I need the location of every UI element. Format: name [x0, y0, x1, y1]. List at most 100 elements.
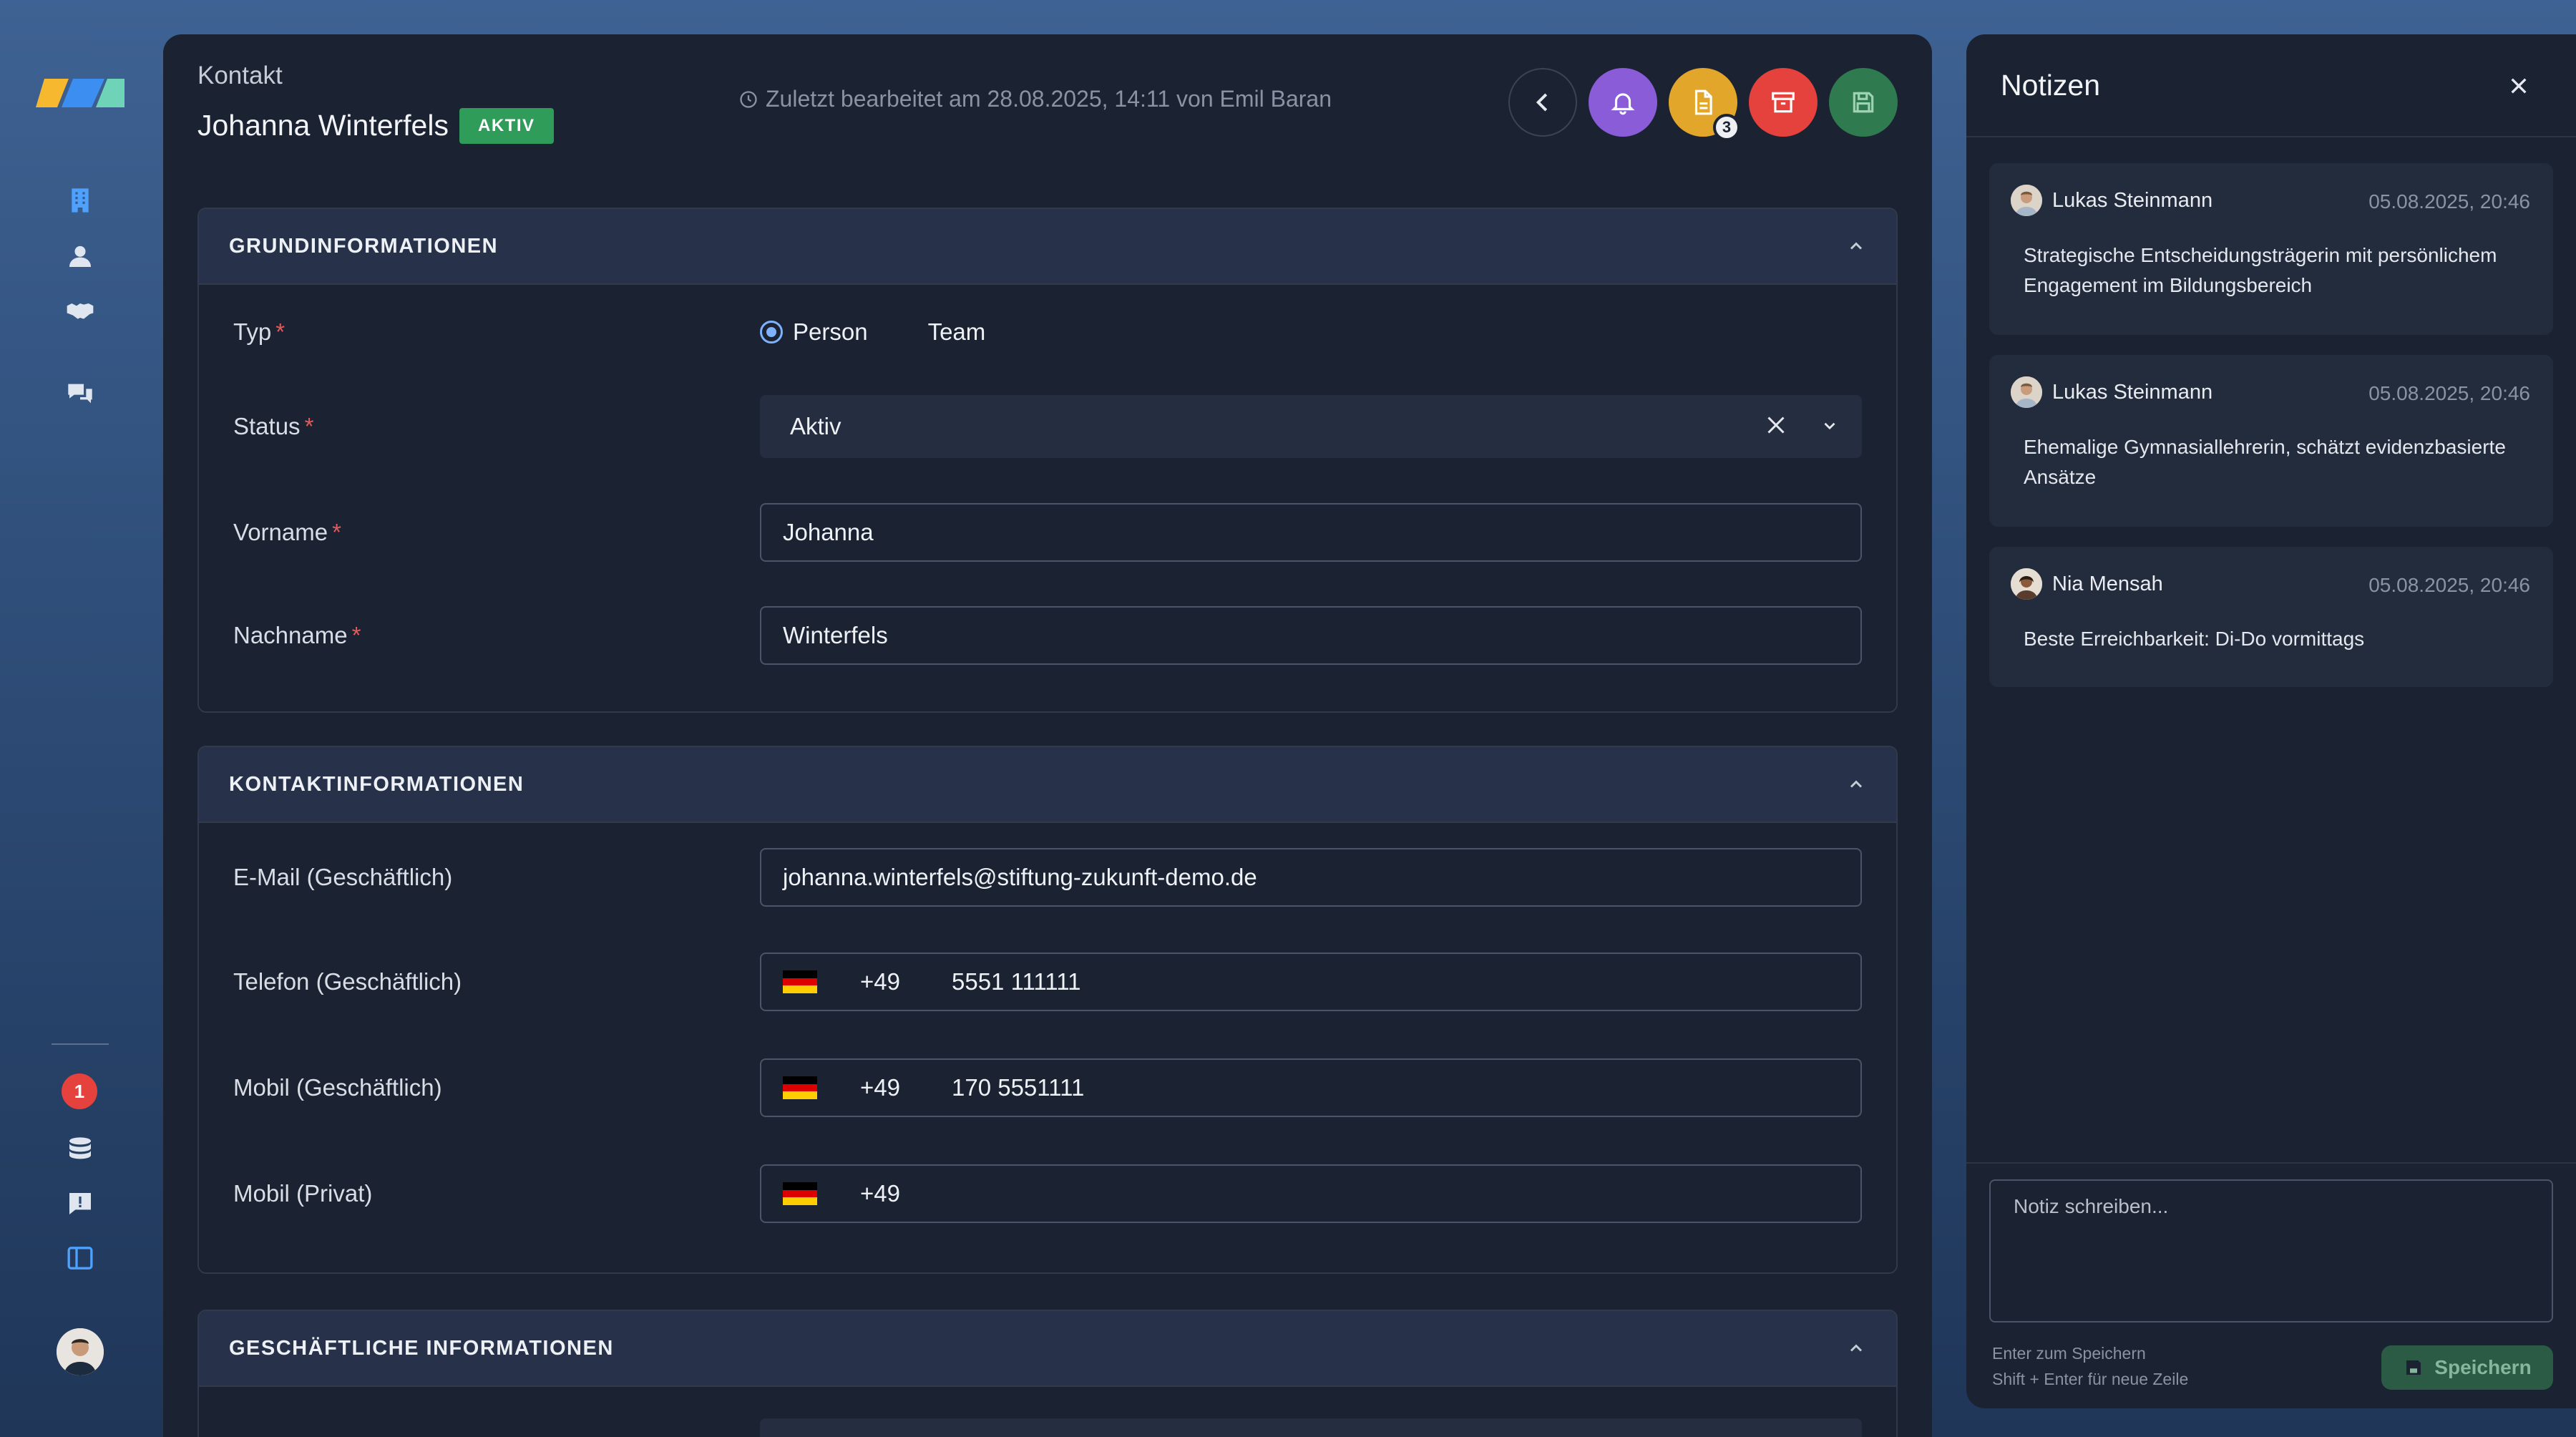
type-radio-group: Person Team	[760, 318, 985, 346]
mobile-private-row: Mobil (Privat) +49	[233, 1164, 1862, 1224]
flag-de-icon[interactable]	[783, 1076, 817, 1100]
mobile-private-input[interactable]: +49	[760, 1164, 1862, 1223]
rail-divider	[52, 1043, 109, 1045]
contact-detail-card: Kontakt Johanna Winterfels AKTIV Zuletzt…	[163, 34, 1932, 1437]
building-icon[interactable]	[57, 177, 103, 223]
composer-divider	[1966, 1162, 2576, 1164]
documents-button[interactable]: 3	[1669, 68, 1740, 141]
section-header-business[interactable]: GESCHÄFTLICHE INFORMATIONEN	[199, 1311, 1896, 1387]
lastname-input[interactable]: Winterfels	[760, 606, 1862, 665]
hint-enter: Enter zum Speichern	[1992, 1344, 2146, 1363]
close-icon[interactable]	[2507, 74, 2530, 97]
chevron-up-icon[interactable]	[1846, 1338, 1866, 1358]
handshake-icon[interactable]	[57, 288, 103, 333]
note-item[interactable]: Lukas Steinmann 05.08.2025, 20:46 Ehemal…	[1989, 355, 2553, 527]
note-textarea[interactable]	[2014, 1195, 2529, 1307]
hint-shift-enter: Shift + Enter für neue Zeile	[1992, 1370, 2189, 1388]
note-text: Beste Erreichbarkeit: Di-Do vormittags	[2024, 628, 2365, 650]
chat-icon[interactable]	[57, 371, 103, 417]
documents-count: 3	[1713, 114, 1740, 141]
section-header-basic[interactable]: GRUNDINFORMATIONEN	[199, 209, 1896, 285]
radio-team-label[interactable]: Team	[928, 318, 986, 346]
left-rail: 1	[0, 0, 161, 1437]
save-icon	[2406, 1360, 2421, 1375]
flag-de-icon[interactable]	[783, 1182, 817, 1206]
notification-badge[interactable]: 1	[62, 1073, 97, 1109]
section-header-contact[interactable]: KONTAKTINFORMATIONEN	[199, 747, 1896, 823]
note-author-name: Nia Mensah	[2052, 572, 2163, 595]
feedback-icon[interactable]	[57, 1181, 103, 1227]
section-title: KONTAKTINFORMATIONEN	[229, 772, 525, 796]
header-actions: 3	[1508, 68, 1898, 141]
note-time: 05.08.2025, 20:46	[2368, 574, 2530, 596]
country-code[interactable]: +49	[860, 1074, 952, 1101]
note-author: Lukas Steinmann	[2011, 185, 2212, 216]
archive-button[interactable]	[1749, 68, 1818, 137]
notifications-button[interactable]	[1589, 68, 1657, 137]
firstname-input[interactable]: Johanna	[760, 503, 1862, 562]
radio-person[interactable]	[760, 321, 783, 344]
back-button[interactable]	[1508, 68, 1577, 137]
type-row: Typ * Person Team	[233, 302, 1862, 362]
avatar	[2011, 376, 2042, 408]
status-label: Status *	[233, 413, 314, 439]
database-icon[interactable]	[57, 1126, 103, 1172]
phone-row: Telefon (Geschäftlich) +49 5551 111111	[233, 952, 1862, 1012]
person-icon[interactable]	[57, 233, 103, 279]
note-author: Nia Mensah	[2011, 568, 2163, 600]
clock-icon	[740, 90, 757, 108]
app-logo[interactable]	[36, 72, 125, 115]
status-row: Status * Aktiv	[233, 395, 1862, 458]
status-select[interactable]: Aktiv	[760, 395, 1862, 458]
archive-icon	[1772, 92, 1795, 113]
note-text: Strategische Entscheidungsträgerin mit p…	[2024, 244, 2497, 296]
status-badge: AKTIV	[459, 108, 554, 144]
avatar	[2011, 568, 2042, 600]
phone-input[interactable]: +49 5551 111111	[760, 953, 1862, 1011]
sidebar-toggle-icon[interactable]	[57, 1235, 103, 1281]
section-contact-info: KONTAKTINFORMATIONEN E-Mail (Geschäftlic…	[197, 746, 1898, 1274]
mobile-row: Mobil (Geschäftlich) +49 170 5551111	[233, 1058, 1862, 1118]
save-note-button[interactable]: Speichern	[2381, 1345, 2553, 1390]
mobile-number: 170 5551111	[952, 1074, 1085, 1101]
clear-icon[interactable]	[1763, 412, 1789, 438]
last-edited-text: Zuletzt bearbeitet am 28.08.2025, 14:11 …	[766, 86, 1332, 112]
flag-de-icon[interactable]	[783, 970, 817, 994]
business-field-partial[interactable]	[760, 1418, 1862, 1437]
chevron-up-icon[interactable]	[1846, 236, 1866, 256]
section-title: GRUNDINFORMATIONEN	[229, 234, 499, 258]
note-item[interactable]: Lukas Steinmann 05.08.2025, 20:46 Strate…	[1989, 163, 2553, 335]
avatar	[2011, 185, 2042, 216]
page-title: Johanna Winterfels	[197, 109, 449, 142]
note-author: Lukas Steinmann	[2011, 376, 2212, 408]
user-avatar[interactable]	[57, 1328, 104, 1375]
lastname-label: Nachname *	[233, 622, 361, 648]
bell-icon	[1611, 93, 1635, 115]
country-code[interactable]: +49	[860, 968, 952, 995]
email-input[interactable]: johanna.winterfels@stiftung-zukunft-demo…	[760, 848, 1862, 907]
mobile-private-label: Mobil (Privat)	[233, 1180, 373, 1207]
chevron-down-icon[interactable]	[1820, 417, 1839, 435]
country-code[interactable]: +49	[860, 1180, 952, 1207]
lastname-row: Nachname * Winterfels	[233, 605, 1862, 666]
mobile-input[interactable]: +49 170 5551111	[760, 1058, 1862, 1117]
status-value: Aktiv	[790, 413, 841, 439]
email-row: E-Mail (Geschäftlich) johanna.winterfels…	[233, 847, 1862, 907]
back-icon	[1536, 93, 1548, 112]
chevron-up-icon[interactable]	[1846, 774, 1866, 794]
save-note-label: Speichern	[2434, 1356, 2532, 1378]
firstname-label: Vorname *	[233, 519, 341, 545]
email-label: E-Mail (Geschäftlich)	[233, 864, 453, 890]
phone-number: 5551 111111	[952, 968, 1081, 995]
section-title: GESCHÄFTLICHE INFORMATIONEN	[229, 1336, 614, 1360]
notes-panel: Notizen Lukas Steinmann 05.08.2025, 20:4…	[1966, 34, 2576, 1408]
note-item[interactable]: Nia Mensah 05.08.2025, 20:46 Beste Errei…	[1989, 547, 2553, 687]
note-composer[interactable]	[1989, 1179, 2553, 1322]
save-icon	[1853, 92, 1874, 113]
document-icon	[1694, 89, 1712, 115]
breadcrumb[interactable]: Kontakt	[197, 62, 283, 90]
type-label: Typ *	[233, 318, 286, 345]
radio-person-label[interactable]: Person	[793, 318, 868, 346]
save-button[interactable]	[1829, 68, 1898, 137]
section-basic-info: GRUNDINFORMATIONEN Typ * Person Team Stat…	[197, 208, 1898, 713]
